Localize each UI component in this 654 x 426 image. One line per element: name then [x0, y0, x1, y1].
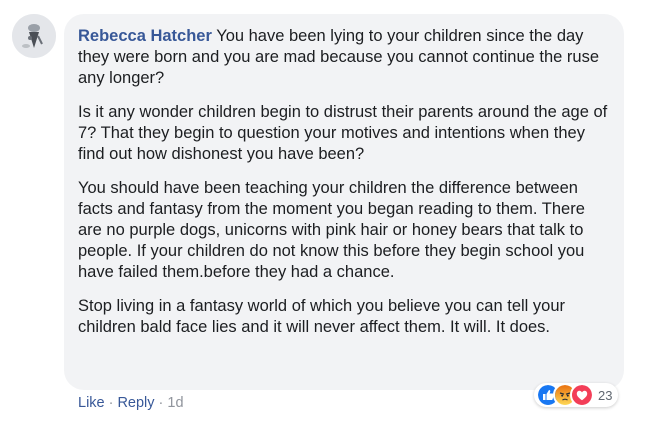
comment-bubble: Rebecca Hatcher You have been lying to y… — [64, 14, 624, 390]
comment-paragraph: You should have been teaching your child… — [78, 179, 585, 281]
reactions-summary[interactable]: 23 — [534, 383, 619, 407]
avatar-image — [12, 14, 56, 58]
timestamp[interactable]: 1d — [167, 395, 183, 411]
comment-paragraph: Rebecca Hatcher You have been lying to y… — [78, 26, 610, 89]
separator-dot: · — [158, 395, 164, 411]
reply-button[interactable]: Reply — [117, 395, 154, 411]
comment-paragraph: Is it any wonder children begin to distr… — [78, 103, 608, 163]
comment-actions: Like · Reply · 1d — [78, 395, 184, 411]
reaction-count: 23 — [598, 387, 613, 403]
love-icon — [570, 383, 594, 407]
avatar[interactable] — [12, 14, 56, 58]
separator-dot: · — [108, 395, 114, 411]
comment-paragraph: Stop living in a fantasy world of which … — [78, 297, 566, 336]
like-button[interactable]: Like — [78, 395, 105, 411]
author-name[interactable]: Rebecca Hatcher — [78, 27, 212, 45]
